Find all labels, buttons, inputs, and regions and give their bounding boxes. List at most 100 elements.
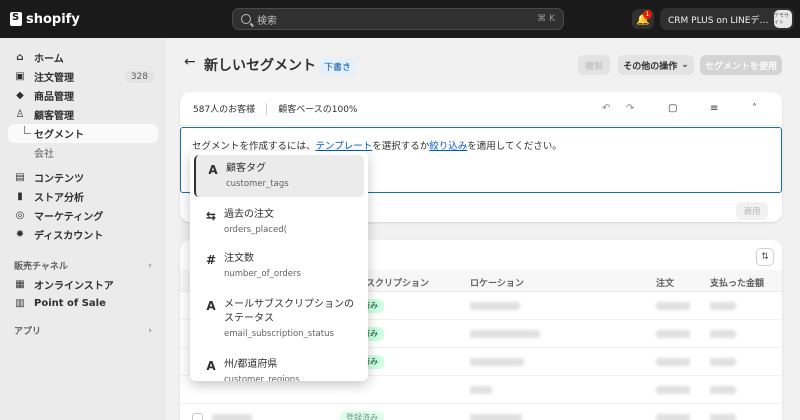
chevron-right-icon: › [148, 260, 152, 271]
apps-section[interactable]: アプリ › [8, 321, 158, 340]
undo-icon[interactable]: ↶ [602, 103, 610, 114]
sort-icon[interactable]: ⇅ [756, 248, 774, 266]
logo-text: shopify [26, 11, 80, 27]
template-icon[interactable]: ▢ [668, 103, 677, 114]
text-type-icon: A [206, 299, 216, 313]
blurred-cell [656, 386, 690, 394]
sidebar-item-label: Point of Sale [34, 298, 106, 309]
sidebar-item-content[interactable]: ▤ コンテンツ [8, 168, 158, 187]
text-type-icon: A [206, 359, 216, 373]
sidebar-item-analytics[interactable]: ▮ ストア分析 [8, 187, 158, 206]
suggestion-email-subscription-status[interactable]: A メールサブスクリプションのステータス email_subscription_… [194, 291, 364, 347]
suggestion-title: 注文数 [224, 253, 254, 264]
sidebar-item-orders[interactable]: ▣ 注文管理 328 [8, 67, 158, 86]
suggestion-field: customer_tags [226, 179, 289, 189]
filter-suggestions-dropdown: A 顧客タグ customer_tags ⇆ 過去の注文 orders_plac… [190, 151, 368, 381]
sidebar: ⌂ ホーム ▣ 注文管理 328 ◆ 商品管理 ♙ 顧客管理 セグメント 会社 … [0, 38, 166, 420]
sidebar-item-label: マーケティング [34, 212, 104, 223]
suggestion-title: 過去の注文 [224, 209, 274, 220]
sidebar-item-online-store[interactable]: ▦ オンラインストア [8, 275, 158, 294]
store-avatar: デモサイト [774, 10, 792, 28]
chart-icon: ▮ [17, 191, 23, 202]
sidebar-item-segments[interactable]: セグメント [8, 124, 158, 143]
blurred-cell [470, 358, 524, 366]
filter-link[interactable]: 絞り込み [429, 141, 467, 152]
chevron-right-icon: › [148, 325, 152, 336]
column-header[interactable]: 支払った金額 [710, 276, 764, 289]
blurred-cell [710, 302, 736, 310]
blurred-cell [470, 302, 520, 310]
row-checkbox[interactable] [192, 413, 203, 420]
pos-icon: ▥ [15, 298, 25, 309]
sidebar-item-label: セグメント [34, 130, 84, 141]
duplicate-button[interactable]: 複製 [578, 55, 610, 75]
suggestion-customer-regions[interactable]: A 州/都道府県 customer_regions [194, 351, 364, 381]
column-header[interactable]: ロケーション [470, 276, 524, 289]
sidebar-item-customers[interactable]: ♙ 顧客管理 [8, 105, 158, 124]
chevron-down-icon: ⌄ [681, 60, 689, 70]
orders-count-badge: 328 [124, 70, 154, 83]
store-name: CRM PLUS on LINEデ… [668, 15, 769, 26]
inbox-icon: ▣ [15, 71, 25, 82]
sidebar-item-home[interactable]: ⌂ ホーム [8, 48, 158, 67]
apply-button[interactable]: 適用 [736, 202, 768, 220]
section-label: アプリ [14, 327, 42, 337]
back-arrow-icon[interactable]: ← [184, 54, 196, 70]
sales-channels-section[interactable]: 販売チャネル › [8, 256, 158, 275]
sidebar-item-label: ストア分析 [34, 193, 84, 204]
store-icon: ▦ [15, 279, 25, 290]
blurred-cell [470, 414, 522, 420]
discount-icon: ✹ [15, 229, 25, 240]
suggestion-number-of-orders[interactable]: # 注文数 number_of_orders [194, 245, 364, 287]
suggestion-field: customer_regions [224, 375, 300, 381]
blurred-cell [710, 414, 736, 420]
notifications-button[interactable]: 🔔 1 [632, 9, 654, 29]
more-actions-button[interactable]: その他の操作 ⌄ [618, 55, 694, 75]
search-bar[interactable]: 検索 ⌘ K [232, 8, 564, 30]
subscription-badge: 登録済み [340, 411, 384, 420]
sidebar-item-label: ホーム [34, 54, 64, 65]
divider [266, 102, 268, 115]
blurred-cell [470, 386, 492, 394]
top-bar: shopify 検索 ⌘ K 🔔 1 CRM PLUS on LINEデ… デモ… [0, 0, 800, 38]
sidebar-item-pos[interactable]: ▥ Point of Sale [8, 294, 158, 313]
redo-icon[interactable]: ↷ [626, 103, 634, 114]
number-type-icon: # [205, 253, 217, 267]
column-header[interactable]: 注文 [656, 276, 674, 289]
suggestion-customer-tags[interactable]: A 顧客タグ customer_tags [194, 155, 364, 197]
blurred-cell [710, 330, 736, 338]
chevron-up-icon[interactable]: ˄ [752, 103, 757, 114]
tree-elbow-icon [24, 126, 31, 134]
home-icon: ⌂ [16, 52, 24, 63]
target-icon: ◎ [15, 210, 25, 221]
search-icon [241, 14, 251, 24]
content-icon: ▤ [15, 172, 25, 183]
table-row[interactable]: 登録済み [180, 404, 782, 420]
suggestion-title: 顧客タグ [226, 163, 266, 174]
editor-toolbar: 587人のお客様 顧客ベースの100% ↶ ↷ ▢ ≡ ˄ [180, 92, 782, 126]
blurred-cell [212, 414, 252, 420]
page-title: 新しいセグメント [204, 58, 316, 74]
blurred-cell [656, 358, 690, 366]
customer-count: 587人のお客様 [193, 105, 256, 115]
use-segment-button[interactable]: セグメントを使用 [700, 55, 782, 75]
sidebar-item-products[interactable]: ◆ 商品管理 [8, 86, 158, 105]
shopify-logo[interactable]: shopify [10, 12, 80, 27]
editor-text-after: を適用してください。 [467, 141, 562, 152]
blurred-cell [656, 330, 690, 338]
sidebar-item-marketing[interactable]: ◎ マーケティング [8, 206, 158, 225]
suggestion-field: email_subscription_status [224, 329, 334, 339]
suggestion-orders-placed[interactable]: ⇆ 過去の注文 orders_placed( [194, 201, 364, 243]
filter-icon[interactable]: ≡ [710, 103, 718, 114]
sidebar-item-discounts[interactable]: ✹ ディスカウント [8, 225, 158, 244]
tag-icon: ◆ [16, 90, 24, 101]
person-icon: ♙ [15, 109, 25, 120]
suggestion-field: number_of_orders [224, 269, 301, 279]
blurred-cell [656, 414, 690, 420]
store-menu-button[interactable]: CRM PLUS on LINEデ… デモサイト [660, 8, 794, 30]
page-header: ← 新しいセグメント 下書き 複製 その他の操作 ⌄ セグメントを使用 [166, 38, 800, 90]
sidebar-item-label: 顧客管理 [34, 111, 74, 122]
blurred-cell [470, 330, 540, 338]
blurred-cell [710, 358, 736, 366]
sidebar-item-companies[interactable]: 会社 [8, 143, 158, 162]
